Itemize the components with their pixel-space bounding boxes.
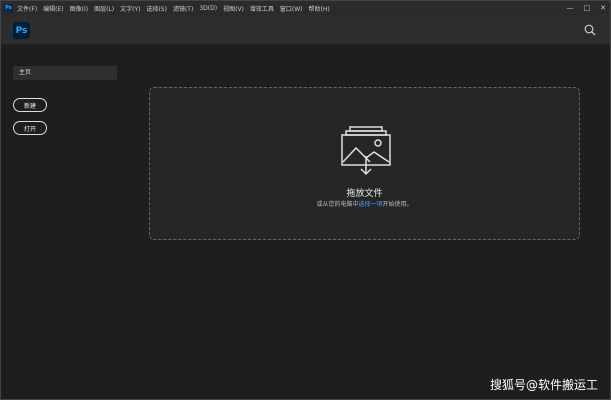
sidebar-item-home[interactable]: 主页 xyxy=(13,66,117,80)
menu-window[interactable]: 窗口(W) xyxy=(280,4,303,13)
ps-logo[interactable]: Ps xyxy=(13,22,30,39)
menu-select[interactable]: 选择(S) xyxy=(146,4,167,13)
minimize-button[interactable]: — xyxy=(567,4,574,12)
menu-filter[interactable]: 滤镜(T) xyxy=(173,4,193,13)
header: Ps xyxy=(1,15,610,45)
app-icon: Ps xyxy=(4,3,13,13)
menu-image[interactable]: 图像(I) xyxy=(70,4,88,13)
menu-3d[interactable]: 3D(D) xyxy=(199,5,217,12)
menu-bar: Ps 文件(F) 编辑(E) 图像(I) 图层(L) 文字(Y) 选择(S) 滤… xyxy=(1,1,610,15)
drop-prefix: 或从您的电脑中 xyxy=(316,201,359,208)
menu-view[interactable]: 视图(V) xyxy=(223,4,244,13)
drop-subtitle: 或从您的电脑中选择一项开始使用。 xyxy=(150,199,579,208)
menu-help[interactable]: 帮助(H) xyxy=(309,4,330,13)
drop-title: 拖放文件 xyxy=(346,189,383,199)
menu-edit[interactable]: 编辑(E) xyxy=(43,4,63,13)
new-button[interactable]: 新建 xyxy=(13,98,47,112)
drop-suffix: 开始使用。 xyxy=(382,201,413,208)
menu-file[interactable]: 文件(F) xyxy=(17,4,37,13)
drop-zone[interactable]: 拖放文件 或从您的电脑中选择一项开始使用。 xyxy=(149,87,580,240)
close-button[interactable]: ✕ xyxy=(600,4,606,12)
menu-plugins[interactable]: 增效工具 xyxy=(250,4,274,13)
choose-file-link[interactable]: 选择一项 xyxy=(358,201,382,208)
open-button[interactable]: 打开 xyxy=(13,121,47,135)
search-icon[interactable] xyxy=(584,24,596,36)
image-download-icon xyxy=(341,126,391,176)
maximize-button[interactable]: □ xyxy=(584,4,591,12)
menu-layer[interactable]: 图层(L) xyxy=(94,4,114,13)
menu-type[interactable]: 文字(Y) xyxy=(120,4,140,13)
watermark: 搜狐号@软件搬运工 xyxy=(489,378,598,392)
